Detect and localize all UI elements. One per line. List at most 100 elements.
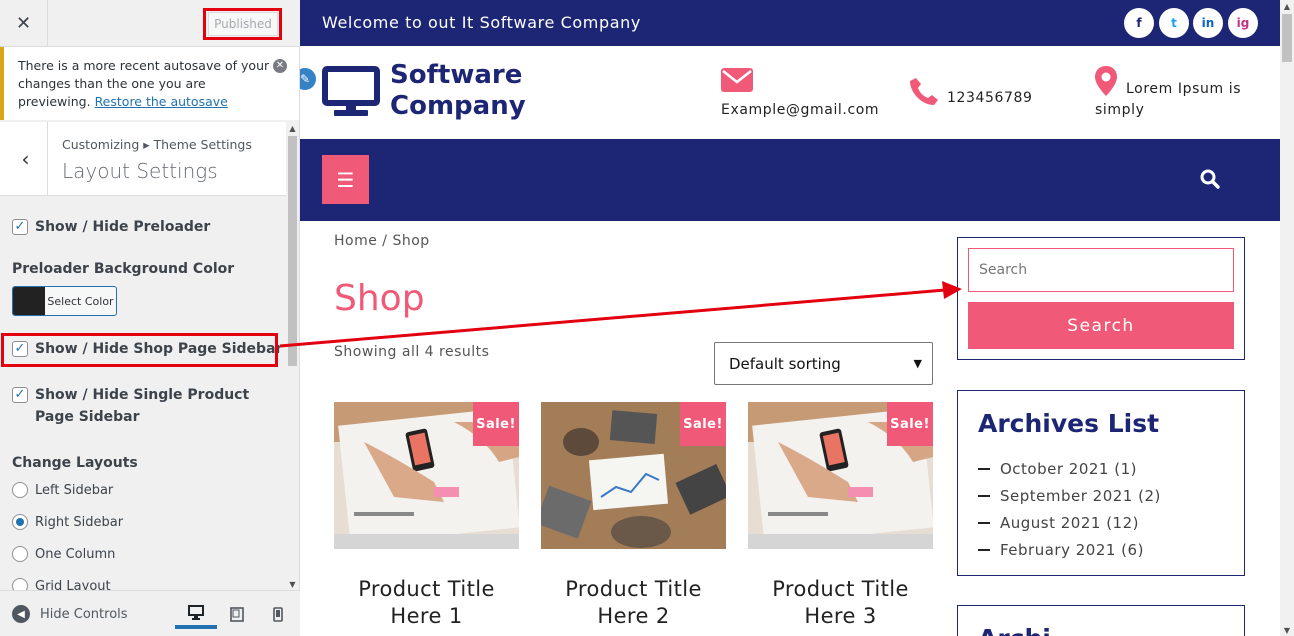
product-title[interactable]: Product Title Here 2 (541, 576, 726, 630)
archive-link[interactable]: September 2021 (2) (1000, 487, 1161, 505)
phone-text: 123456789 (947, 90, 1033, 106)
email-icon (721, 68, 753, 96)
product-card[interactable]: Sale! Product Title Here 1 (334, 402, 519, 630)
product-title-line-2: Here 3 (804, 604, 877, 628)
product-title-line-1: Product Title (358, 577, 495, 601)
checkbox-checked-icon[interactable]: ✓ (12, 219, 28, 235)
address-line-2: simply (1095, 102, 1145, 118)
mobile-preview-icon[interactable] (257, 599, 299, 629)
layout-option-label: One Column (35, 546, 116, 562)
radio-icon[interactable] (12, 482, 28, 498)
list-item[interactable]: February 2021 (6) (978, 536, 1161, 563)
product-card[interactable]: Sale! Product Title Here 2 (541, 402, 726, 630)
welcome-text: Welcome to out It Software Company (322, 13, 641, 32)
hide-controls-button[interactable]: ◀ Hide Controls (12, 605, 128, 623)
site-preview: Welcome to out It Software Company f t i… (300, 0, 1280, 636)
product-image[interactable]: Sale! (334, 402, 519, 549)
product-card[interactable]: Sale! Product Title Here 3 (748, 402, 933, 630)
email-text: Example@gmail.com (721, 102, 880, 118)
color-swatch (13, 287, 45, 315)
list-item[interactable]: August 2021 (12) (978, 509, 1161, 536)
layout-radio-one-column[interactable]: One Column (12, 546, 115, 562)
dash-icon (978, 548, 990, 551)
archive-link[interactable]: February 2021 (6) (1000, 541, 1144, 559)
checkbox-checked-icon[interactable]: ✓ (12, 387, 28, 403)
restore-autosave-link[interactable]: Restore the autosave (95, 94, 228, 109)
scroll-down-icon[interactable]: ▼ (286, 578, 299, 590)
close-icon[interactable]: ✕ (0, 0, 48, 46)
select-color-label: Select Color (47, 294, 114, 308)
radio-selected-icon[interactable] (12, 514, 28, 530)
sorting-select[interactable]: Default sorting ▼ (714, 342, 933, 385)
logo-line-2: Company (390, 91, 526, 121)
section-header: ‹ Customizing ▸ Theme Settings Layout Se… (0, 122, 286, 196)
archive-link[interactable]: October 2021 (1) (1000, 460, 1137, 478)
layout-radio-left-sidebar[interactable]: Left Sidebar (12, 482, 113, 498)
facebook-icon[interactable]: f (1124, 8, 1154, 38)
twitter-icon[interactable]: t (1159, 8, 1189, 38)
preloader-bg-label: Preloader Background Color (12, 261, 235, 277)
preloader-toggle[interactable]: ✓ Show / Hide Preloader (12, 216, 210, 238)
sale-badge: Sale! (887, 402, 933, 446)
site-logo-text[interactable]: Software Company (390, 60, 526, 122)
back-arrow-icon[interactable]: ‹ (4, 122, 48, 195)
scroll-down-icon[interactable]: ▼ (1280, 624, 1294, 636)
chevron-down-icon: ▼ (913, 357, 922, 370)
monitor-logo-icon[interactable] (322, 66, 380, 122)
select-color-button[interactable]: Select Color (12, 286, 117, 316)
breadcrumb[interactable]: Home / Shop (334, 233, 430, 249)
preloader-toggle-label: Show / Hide Preloader (35, 219, 211, 235)
product-title[interactable]: Product Title Here 3 (748, 576, 933, 630)
top-bar: Welcome to out It Software Company f t i… (300, 0, 1280, 46)
product-image[interactable]: Sale! (748, 402, 933, 549)
annotation-box-published (203, 8, 282, 40)
sorting-value: Default sorting (729, 354, 841, 373)
section-breadcrumb: Customizing ▸ Theme Settings (62, 137, 252, 152)
annotation-box-shop-sidebar (1, 333, 278, 367)
tablet-preview-icon[interactable] (216, 599, 258, 629)
change-layouts-label: Change Layouts (12, 455, 138, 471)
search-widget: Search Search (957, 237, 1245, 360)
dash-icon (978, 494, 990, 497)
archive-link[interactable]: August 2021 (12) (1000, 514, 1139, 532)
hamburger-menu-icon[interactable]: ☰ (322, 155, 369, 204)
list-item[interactable]: September 2021 (2) (978, 482, 1161, 509)
scroll-up-icon[interactable]: ▲ (286, 122, 299, 134)
screen: ✕ Published There is a more recent autos… (0, 0, 1294, 636)
instagram-icon[interactable]: ig (1228, 8, 1258, 38)
customizer-scrollbar[interactable]: ▲ ▼ (286, 122, 299, 590)
next-widget-title: Archi (978, 624, 1051, 636)
search-icon[interactable] (1200, 169, 1220, 193)
layout-radio-grid-layout[interactable]: Grid Layout (12, 578, 111, 590)
layout-option-label: Grid Layout (35, 578, 111, 591)
radio-icon[interactable] (12, 578, 28, 590)
layout-option-label: Left Sidebar (35, 482, 114, 498)
address-text: Lorem Ipsum is simply (1095, 79, 1241, 121)
search-input[interactable]: Search (968, 248, 1234, 292)
layout-option-label: Right Sidebar (35, 514, 124, 530)
customizer-footer: ◀ Hide Controls (0, 590, 300, 636)
scrollbar-thumb[interactable] (288, 136, 297, 366)
edit-pencil-icon[interactable]: ✎ (300, 66, 318, 92)
list-item[interactable]: October 2021 (1) (978, 455, 1161, 482)
radio-icon[interactable] (12, 546, 28, 562)
desktop-preview-icon[interactable] (175, 599, 217, 629)
sale-badge: Sale! (473, 402, 519, 446)
scrollbar-thumb[interactable] (1282, 14, 1292, 62)
archives-widget: Archives List October 2021 (1) September… (957, 390, 1245, 576)
nav-bar: ☰ (300, 139, 1280, 221)
autosave-notice: There is a more recent autosave of your … (0, 47, 299, 120)
linkedin-icon[interactable]: in (1193, 8, 1223, 38)
dash-icon (978, 521, 990, 524)
product-title-line-1: Product Title (565, 577, 702, 601)
dismiss-icon[interactable]: ✕ (273, 59, 287, 73)
product-title[interactable]: Product Title Here 1 (334, 576, 519, 630)
scroll-up-icon[interactable]: ▲ (1280, 0, 1294, 12)
layout-radio-right-sidebar[interactable]: Right Sidebar (12, 514, 123, 530)
single-product-sidebar-toggle[interactable]: ✓ Show / Hide Single Product Page Sideba… (12, 384, 262, 428)
result-count: Showing all 4 results (334, 344, 490, 360)
preview-scrollbar[interactable]: ▲ ▼ (1280, 0, 1294, 636)
product-image[interactable]: Sale! (541, 402, 726, 549)
search-button[interactable]: Search (968, 302, 1234, 349)
phone-icon (908, 76, 938, 110)
